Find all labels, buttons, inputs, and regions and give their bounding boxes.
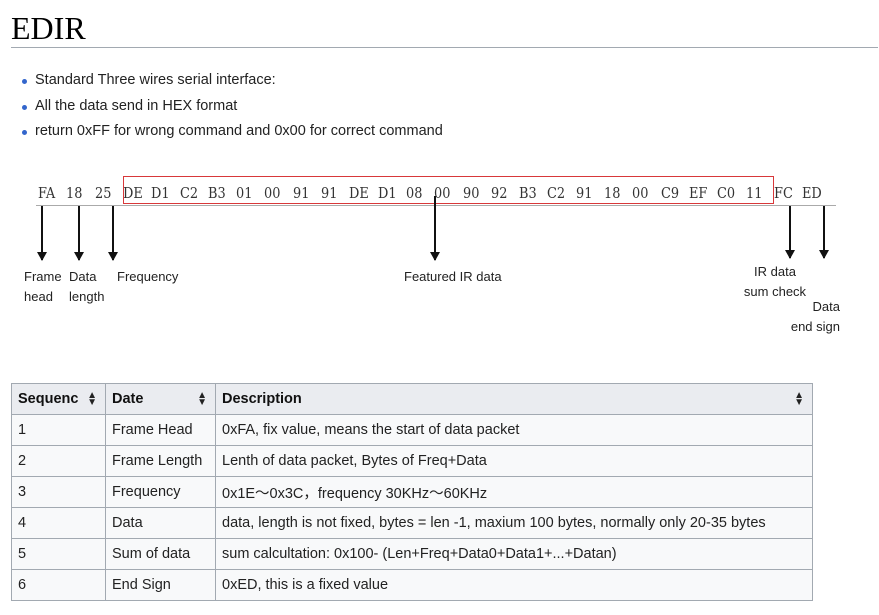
end-sign-label: Data end sign	[790, 299, 840, 334]
table-row: 5 Sum of data sum calcultation: 0x100- (Le…	[11, 538, 813, 570]
sequence-cell: 1	[11, 414, 106, 446]
featured-data-arrow	[430, 196, 440, 261]
description-cell: data, length is not fixed, bytes = len -…	[215, 507, 813, 539]
column-header-date[interactable]: Date ▲ ▼	[105, 383, 216, 415]
feature-list: Standard Three wires serial interface: A…	[20, 68, 443, 145]
hex-byte: FC	[773, 184, 793, 202]
page-title: EDIR	[11, 10, 86, 46]
sort-arrows-icon[interactable]: ▲ ▼	[794, 391, 804, 408]
sequence-cell: 4	[11, 507, 106, 539]
hex-byte: ED	[802, 184, 822, 202]
sequence-cell: 6	[11, 569, 106, 601]
description-cell: 0xFA, fix value, means the start of data…	[215, 414, 813, 446]
data-length-label: Data length	[69, 269, 105, 304]
hex-baseline	[36, 205, 836, 206]
sum-check-label: IR data sum check	[743, 264, 807, 299]
table-row: 2 Frame Length Lenth of data packet, Bytes…	[11, 445, 813, 477]
description-cell: 0x1E～0x3C，frequency 30KHz～60KHz	[215, 476, 813, 508]
date-cell: Sum of data	[105, 538, 216, 570]
sort-arrows-icon[interactable]: ▲ ▼	[87, 391, 97, 408]
date-cell: Frame Head	[105, 414, 216, 446]
sort-arrows-icon[interactable]: ▲ ▼	[197, 391, 207, 408]
list-item: return 0xFF for wrong command and 0x00 f…	[20, 119, 443, 145]
table-row: 1 Frame Head 0xFA, fix value, means the st…	[11, 414, 813, 446]
description-cell: Lenth of data packet, Bytes of Freq+Data	[215, 445, 813, 477]
date-cell: Frequency	[105, 476, 216, 508]
sequence-cell: 3	[11, 476, 106, 508]
spec-table: Sequenc ▲ ▼ Date ▲ ▼ Description ▲ ▼ 1 Frame…	[11, 383, 813, 601]
featured-data-highlight	[123, 176, 774, 204]
packet-diagram: FA 18 25 DE D1 C2 B3 01 00 91 91 DE D1 08 00 90 92 B3 C2 91…	[0, 160, 879, 350]
column-header-description[interactable]: Description ▲ ▼	[215, 383, 813, 415]
frequency-arrow	[108, 206, 118, 261]
sequence-cell: 5	[11, 538, 106, 570]
frame-head-arrow	[37, 206, 47, 261]
hex-byte: FA	[38, 184, 56, 202]
table-row: 4 Data data, length is not fixed, bytes = …	[11, 507, 813, 539]
table-row: 3 Frequency 0x1E～0x3C，frequency 30KHz～60KH…	[11, 476, 813, 508]
hex-byte: 25	[94, 184, 112, 202]
frequency-label: Frequency	[117, 269, 179, 284]
sequence-cell: 2	[11, 445, 106, 477]
description-cell: sum calcultation: 0x100- (Len+Freq+Data0…	[215, 538, 813, 570]
date-cell: End Sign	[105, 569, 216, 601]
table-row: 6 End Sign 0xED, this is a fixed value	[11, 569, 813, 601]
description-cell: 0xED, this is a fixed value	[215, 569, 813, 601]
hex-byte: 18	[66, 184, 83, 202]
title-divider	[11, 47, 878, 48]
date-cell: Data	[105, 507, 216, 539]
featured-data-label: Featured IR data	[404, 269, 502, 284]
date-cell: Frame Length	[105, 445, 216, 477]
end-sign-arrow	[819, 206, 829, 259]
data-length-arrow	[74, 206, 84, 261]
list-item: All the data send in HEX format	[20, 94, 443, 120]
frame-head-label: Frame head	[24, 269, 62, 304]
list-item: Standard Three wires serial interface:	[20, 68, 443, 94]
column-header-sequence[interactable]: Sequenc ▲ ▼	[11, 383, 106, 415]
table-header-row: Sequenc ▲ ▼ Date ▲ ▼ Description ▲ ▼	[11, 383, 813, 415]
sum-check-arrow	[785, 206, 795, 259]
